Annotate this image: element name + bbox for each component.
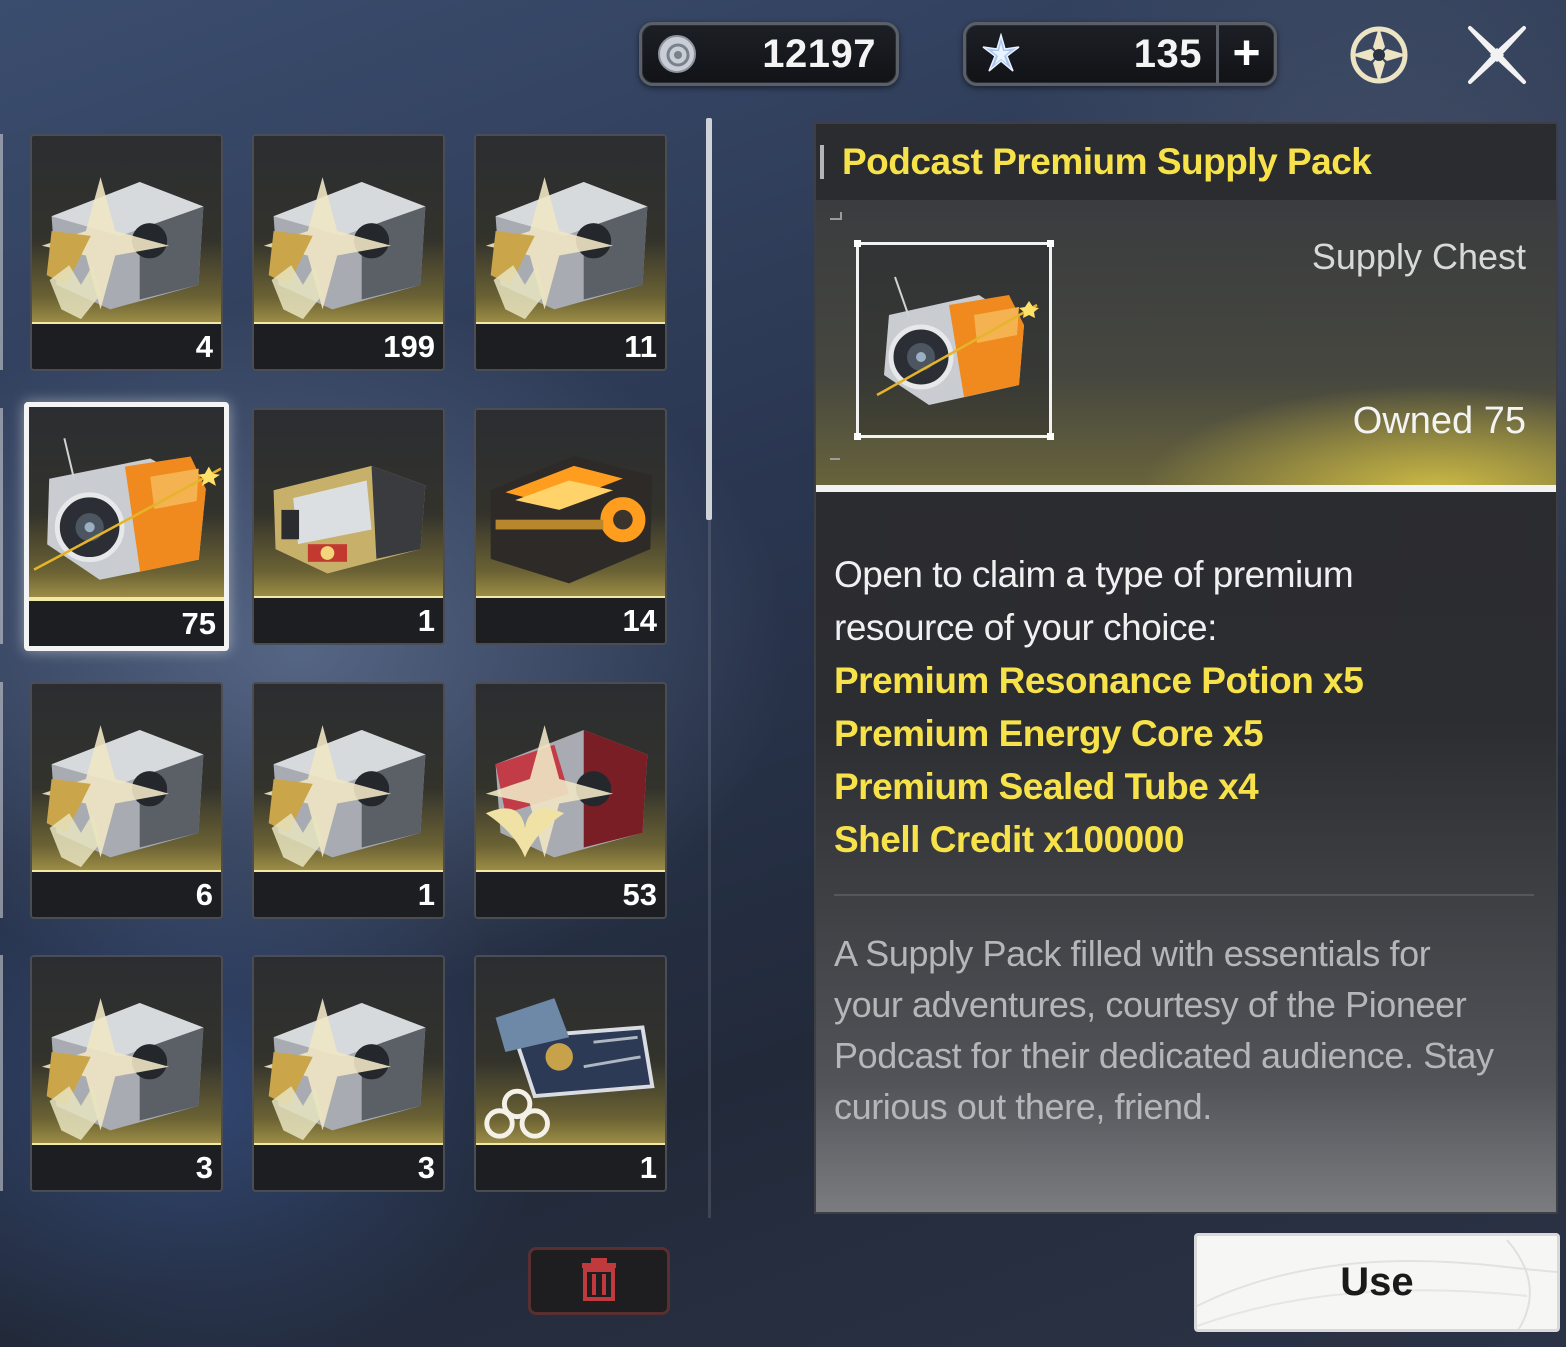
flavor-line: your adventures, courtesy of the Pioneer	[834, 984, 1467, 1025]
inventory-slot[interactable]: 1	[252, 682, 445, 919]
grid-edge	[0, 955, 3, 1191]
item-count: 53	[476, 872, 665, 917]
inventory-slot[interactable]: 3	[30, 955, 223, 1192]
astrite-star-icon	[978, 31, 1024, 77]
ticket-clover-icon	[476, 957, 665, 1147]
delete-button[interactable]	[528, 1247, 670, 1315]
shell-credit-counter: 12197	[639, 22, 899, 86]
astrite-value: 135	[1133, 31, 1202, 76]
frame-corner	[854, 433, 861, 440]
item-type: Supply Chest	[1311, 236, 1526, 277]
frame-corner	[1047, 240, 1054, 247]
description-line: Open to claim a type of premium	[834, 554, 1354, 595]
grey-chest-wolf-icon	[254, 957, 443, 1147]
inventory-slot[interactable]: 199	[252, 134, 445, 371]
item-count: 4	[32, 324, 221, 369]
reward-option: Premium Sealed Tube x4	[834, 766, 1259, 807]
frame-tick	[830, 218, 840, 220]
use-button[interactable]: Use	[1194, 1233, 1560, 1332]
item-count: 199	[254, 324, 443, 369]
grid-edge	[0, 134, 3, 370]
flavor-line: Podcast for their dedicated audience. St…	[834, 1035, 1494, 1076]
grey-chest-wolf-icon	[254, 136, 443, 326]
grey-chest-wolf-icon	[32, 957, 221, 1147]
inventory-slot[interactable]: 6	[30, 682, 223, 919]
podcast-pack-icon	[29, 407, 224, 601]
red-chest-emblem-icon	[476, 684, 665, 874]
flavor-line: A Supply Pack filled with essentials for	[834, 933, 1431, 974]
item-title: Podcast Premium Supply Pack	[842, 141, 1372, 182]
frame-corner	[854, 240, 861, 247]
trash-icon	[581, 1257, 617, 1306]
podcast-pack-icon	[876, 276, 1039, 405]
detail-header: Podcast Premium Supply Pack	[816, 124, 1556, 200]
item-count: 3	[32, 1145, 221, 1190]
item-preview-frame	[854, 240, 1054, 440]
orange-capsule-icon	[476, 410, 665, 600]
use-button-label: Use	[1340, 1260, 1414, 1304]
flavor-text: A Supply Pack filled with essentials for…	[834, 928, 1546, 1132]
close-icon[interactable]	[1462, 20, 1532, 90]
item-count: 75	[29, 601, 224, 646]
inventory-slot[interactable]: 53	[474, 682, 667, 919]
item-count: 6	[32, 872, 221, 917]
inventory-slot-selected[interactable]: 75	[24, 402, 229, 651]
item-hero: Supply Chest Owned 75	[816, 200, 1556, 492]
owned-count: Owned 75	[1352, 400, 1526, 442]
description-divider	[834, 894, 1534, 896]
reward-option: Premium Energy Core x5	[834, 713, 1264, 754]
inventory-slot[interactable]: 1	[252, 408, 445, 645]
gear-icon[interactable]	[1344, 20, 1414, 90]
inventory-slot[interactable]: 14	[474, 408, 667, 645]
inventory-slot[interactable]: 3	[252, 955, 445, 1192]
item-count: 11	[476, 324, 665, 369]
item-count: 1	[254, 598, 443, 643]
inventory-slot[interactable]: 11	[474, 134, 667, 371]
item-count: 1	[476, 1145, 665, 1190]
item-count: 1	[254, 872, 443, 917]
grey-chest-wolf-icon	[476, 136, 665, 326]
description-line: resource of your choice:	[834, 607, 1217, 648]
frame-tick	[830, 458, 840, 460]
grey-chest-wolf-icon	[32, 136, 221, 326]
item-description: Open to claim a type of premium resource…	[834, 548, 1534, 866]
flavor-line: curious out there, friend.	[834, 1086, 1212, 1127]
shell-credit-icon	[654, 31, 700, 77]
add-astrite-button[interactable]: +	[1216, 25, 1274, 83]
reward-option: Shell Credit x100000	[834, 819, 1184, 860]
reward-option: Premium Resonance Potion x5	[834, 660, 1364, 701]
inventory-slot[interactable]: 4	[30, 134, 223, 371]
gold-crate-icon	[254, 410, 443, 600]
grid-edge	[0, 408, 3, 644]
shell-credit-value: 12197	[762, 31, 876, 76]
scroll-thumb[interactable]	[706, 118, 712, 520]
grid-edge	[0, 682, 3, 918]
grey-chest-wolf-icon	[32, 684, 221, 874]
header-accent-bar	[820, 145, 824, 179]
frame-corner	[1047, 433, 1054, 440]
grey-chest-wolf-icon	[254, 684, 443, 874]
frame-tick	[840, 212, 842, 220]
item-count: 3	[254, 1145, 443, 1190]
item-detail-panel: Podcast Premium Supply Pack Supply Chest	[814, 122, 1558, 1214]
astrite-counter: 135 +	[963, 22, 1277, 86]
hero-underline	[816, 485, 1556, 492]
inventory-slot[interactable]: 1	[474, 955, 667, 1192]
item-count: 14	[476, 598, 665, 643]
